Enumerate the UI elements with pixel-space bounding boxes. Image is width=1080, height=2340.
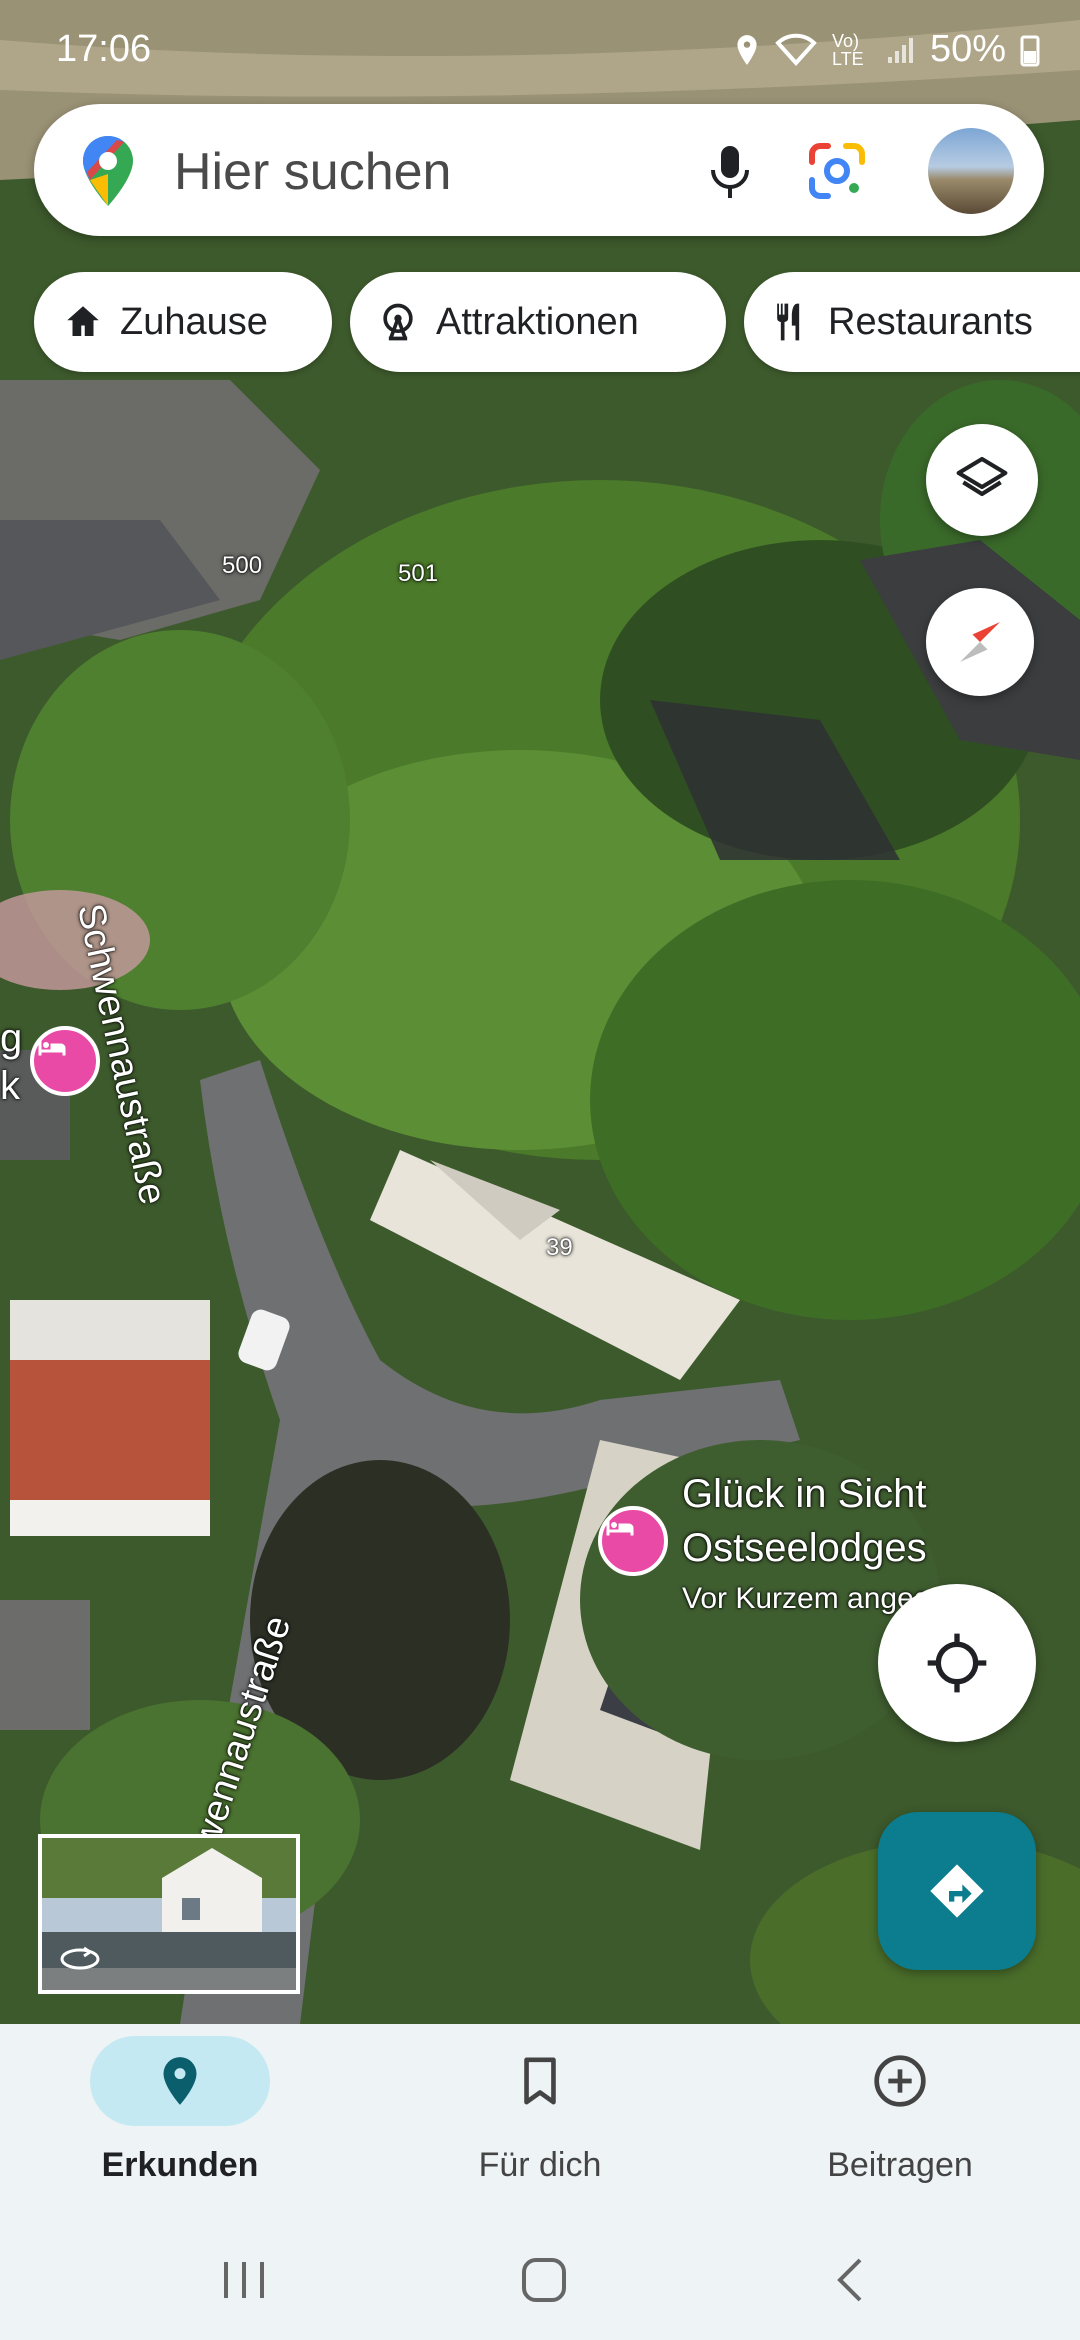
search-bar[interactable]: Hier suchen: [34, 104, 1044, 236]
directions-button[interactable]: [878, 1812, 1036, 1970]
hotel-poi-marker[interactable]: [30, 1026, 100, 1096]
network-label: Vo) LTE: [831, 30, 864, 69]
recent-apps-icon[interactable]: [218, 2258, 270, 2302]
chip-restaurants[interactable]: Restaurants: [744, 272, 1080, 372]
chip-home[interactable]: Zuhause: [34, 272, 332, 372]
poi-label-partial: g: [0, 1016, 23, 1060]
nav-icon-holder: [810, 2036, 990, 2126]
home-icon: [67, 306, 99, 336]
microphone-icon[interactable]: [708, 144, 752, 200]
google-lens-icon[interactable]: [808, 142, 866, 200]
signal-icon: [887, 37, 913, 63]
location-pin-icon: [163, 2057, 197, 2105]
my-location-button[interactable]: [878, 1584, 1036, 1742]
add-circle-icon: [874, 2055, 926, 2107]
poi-name[interactable]: Ostseelodges: [682, 1526, 927, 1571]
nav-for-you[interactable]: Für dich: [360, 2024, 720, 2220]
layers-button[interactable]: [926, 424, 1038, 536]
fork-knife-icon: [777, 303, 800, 341]
chip-attractions[interactable]: Attraktionen: [350, 272, 726, 372]
bed-icon: [606, 1520, 634, 1536]
chip-label: Zuhause: [120, 300, 268, 343]
directions-icon: [930, 1864, 984, 1918]
house-number: 39: [546, 1234, 573, 1261]
bed-icon: [38, 1040, 66, 1056]
chip-label: Restaurants: [828, 300, 1033, 343]
nav-icon-holder: [450, 2036, 630, 2126]
system-navigation-bar: [0, 2220, 1080, 2340]
street-view-thumbnail[interactable]: [38, 1834, 300, 1994]
poi-label-partial: k: [0, 1064, 20, 1108]
nav-label: Erkunden: [101, 2146, 259, 2184]
wifi-icon: [775, 33, 817, 66]
chip-label: Attraktionen: [436, 300, 639, 343]
ferris-wheel-icon: [383, 303, 413, 341]
bookmark-icon: [524, 2057, 556, 2105]
nav-label: Für dich: [478, 2146, 602, 2184]
house-number: 500: [222, 552, 263, 579]
avatar[interactable]: [928, 128, 1014, 214]
nav-explore[interactable]: Erkunden: [0, 2024, 360, 2220]
nav-contribute[interactable]: Beitragen: [720, 2024, 1080, 2220]
location-icon: [737, 34, 757, 65]
nav-active-indicator: [90, 2036, 270, 2126]
layers-icon: [956, 456, 1008, 497]
search-input[interactable]: Hier suchen: [174, 142, 451, 202]
battery-percent: 50%: [929, 28, 1006, 70]
nav-label: Beitragen: [827, 2146, 973, 2184]
home-button-icon[interactable]: [520, 2256, 568, 2304]
crosshair-icon: [927, 1633, 987, 1693]
google-maps-logo-icon: [83, 136, 133, 206]
bottom-navigation: Erkunden Für dich Beitragen: [0, 2024, 1080, 2220]
hotel-poi-marker[interactable]: [598, 1506, 668, 1576]
status-bar: 17:06 Vo) LTE 50%: [0, 0, 1080, 100]
compass-button[interactable]: [926, 588, 1034, 696]
battery-icon: [1020, 35, 1040, 66]
360-view-icon: [60, 1946, 100, 1970]
back-icon[interactable]: [830, 2256, 870, 2304]
compass-icon: [960, 622, 1000, 662]
status-time: 17:06: [56, 28, 152, 70]
poi-name[interactable]: Glück in Sicht: [682, 1472, 927, 1517]
house-number: 501: [398, 560, 439, 587]
